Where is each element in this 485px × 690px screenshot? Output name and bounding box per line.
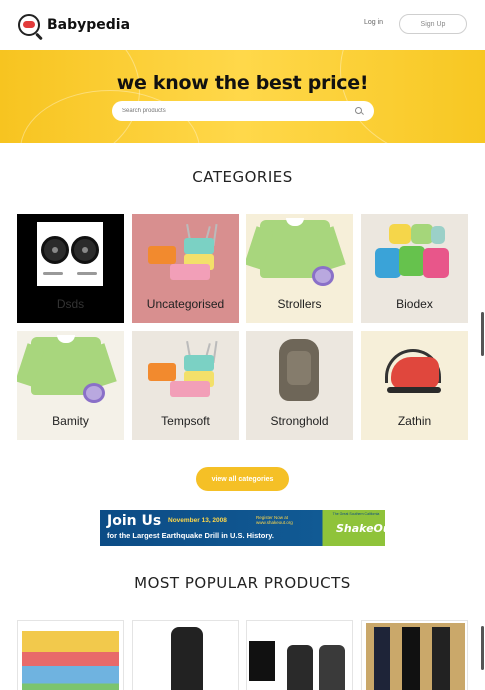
category-card-tempsoft[interactable]: Tempsoft [132, 331, 239, 440]
category-card-dsds[interactable]: Dsds [17, 214, 124, 323]
product-image [22, 631, 119, 690]
product-image [171, 627, 203, 690]
brand-name: Babypedia [47, 17, 131, 33]
scrollbar-thumb[interactable] [481, 312, 484, 356]
product-image [249, 641, 275, 681]
search-bar[interactable] [112, 101, 374, 121]
search-icon[interactable] [355, 106, 364, 116]
product-card[interactable] [132, 620, 239, 690]
category-label: Zathin [397, 414, 432, 428]
category-label: Strollers [277, 297, 322, 311]
category-image [279, 339, 319, 401]
categories-title: CATEGORIES [192, 168, 293, 186]
category-label: Biodex [396, 297, 433, 311]
product-card[interactable] [17, 620, 124, 690]
hero-banner: we know the best price! [0, 50, 485, 143]
category-label: Tempsoft [161, 414, 210, 428]
hero-decoration [340, 50, 485, 143]
category-label: Dsds [56, 297, 85, 311]
banner-headline: Join Us [107, 513, 162, 529]
search-input[interactable] [122, 108, 355, 114]
hero-title: we know the best price! [116, 72, 369, 94]
logo-icon [18, 14, 40, 36]
banner-logo: ShakeOut [336, 522, 385, 535]
banner-subline: for the Largest Earthquake Drill in U.S.… [107, 531, 274, 540]
product-image [374, 627, 390, 690]
category-image [377, 349, 447, 395]
category-label: Uncategorised [146, 297, 225, 311]
scrollbar[interactable] [479, 0, 485, 690]
category-image [37, 222, 103, 286]
category-label: Stronghold [270, 414, 329, 428]
product-card[interactable] [246, 620, 353, 690]
product-image [319, 645, 345, 690]
signup-button[interactable]: Sign Up [399, 14, 467, 34]
banner-tag: The Great Southern California [332, 512, 380, 516]
banner-date: November 13, 2008 [168, 517, 227, 524]
pacifier-icon [83, 383, 105, 403]
logo[interactable]: Babypedia [18, 14, 130, 36]
product-image [402, 627, 420, 690]
view-all-categories-button[interactable]: view all categories [196, 467, 289, 491]
category-card-zathin[interactable]: Zathin [361, 331, 468, 440]
category-card-biodex[interactable]: Biodex [361, 214, 468, 323]
popular-products-title: MOST POPULAR PRODUCTS [134, 574, 351, 592]
product-card[interactable] [361, 620, 468, 690]
category-card-stronghold[interactable]: Stronghold [246, 331, 353, 440]
pacifier-icon [312, 266, 334, 286]
shakeout-banner[interactable]: Join Us November 13, 2008 Register Now a… [100, 510, 385, 546]
category-card-uncategorised[interactable]: Uncategorised [132, 214, 239, 323]
site-header: Babypedia Log in Sign Up [0, 0, 485, 50]
category-card-bamity[interactable]: Bamity [17, 331, 124, 440]
category-label: Bamity [52, 414, 89, 428]
banner-register: Register Now at www.shakeout.org [256, 515, 293, 526]
login-link[interactable]: Log in [364, 19, 383, 26]
scrollbar-thumb-secondary[interactable] [481, 626, 484, 670]
product-image [287, 645, 313, 690]
category-card-strollers[interactable]: Strollers [246, 214, 353, 323]
product-image [432, 627, 450, 690]
